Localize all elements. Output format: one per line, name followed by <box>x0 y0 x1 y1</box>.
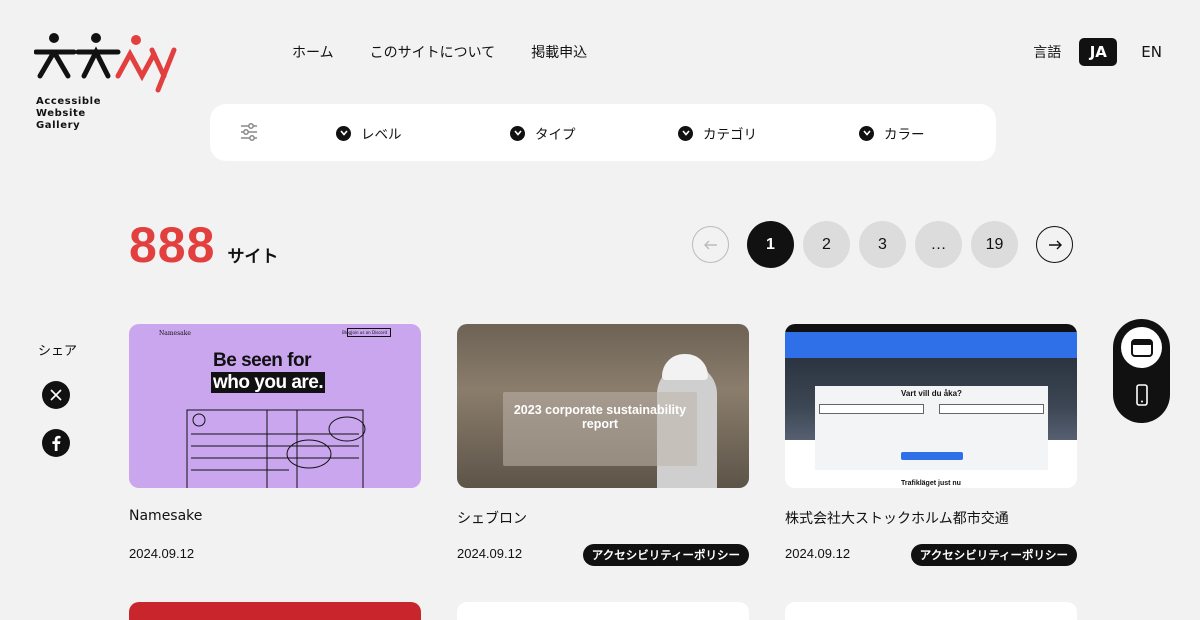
filter-level[interactable]: レベル <box>336 123 402 143</box>
thumb-search-button <box>901 452 963 460</box>
filter-category[interactable]: カテゴリ <box>678 123 757 143</box>
card-date: 2024.09.12 <box>129 546 195 561</box>
arrow-right-icon <box>1048 240 1062 249</box>
chevron-down-icon <box>510 125 525 141</box>
thumb-topbar <box>785 324 1077 332</box>
logo-text: Accessible Website Gallery <box>36 96 102 131</box>
nav-about[interactable]: このサイトについて <box>370 42 496 62</box>
page-ellipsis: … <box>915 221 962 268</box>
thumb-document-illustration <box>186 409 366 488</box>
language-label: 言語 <box>1033 45 1062 61</box>
x-icon <box>50 389 62 401</box>
nav-home[interactable]: ホーム <box>292 42 334 62</box>
accessibility-policy-badge[interactable]: アクセシビリティーポリシー <box>582 544 749 566</box>
accessibility-policy-badge[interactable]: アクセシビリティーポリシー <box>910 544 1077 566</box>
site-count-number: 888 <box>129 217 216 273</box>
thumb-to-field <box>939 404 1044 414</box>
page-19-button[interactable]: 19 <box>971 221 1018 268</box>
site-count: 888 サイト <box>129 216 278 274</box>
thumb-question: Vart vill du åka? <box>901 389 962 398</box>
facebook-icon <box>52 435 61 451</box>
pagination: 1 2 3 … 19 <box>692 221 1073 268</box>
share-x-button[interactable] <box>42 381 70 409</box>
nav-apply[interactable]: 掲載申込 <box>531 42 587 62</box>
filter-type-label: タイプ <box>535 127 576 143</box>
page-3-button[interactable]: 3 <box>859 221 906 268</box>
card-date: 2024.09.12 <box>457 546 523 561</box>
page-1-button[interactable]: 1 <box>747 221 794 268</box>
site-card[interactable]: 2023 corporate sustainability report シェブ… <box>457 324 749 566</box>
filter-category-label: カテゴリ <box>703 127 757 143</box>
site-card[interactable]: Vart vill du åka? Trafikläget just nu 株式… <box>785 324 1077 566</box>
card-thumbnail-partial[interactable] <box>129 602 421 620</box>
thumb-navbar <box>785 332 1077 358</box>
share-facebook-button[interactable] <box>42 429 70 457</box>
mobile-view-button[interactable] <box>1121 374 1162 415</box>
lang-en-button[interactable]: EN <box>1141 43 1162 61</box>
filter-bar: レベル タイプ カテゴリ カラー <box>210 104 996 161</box>
thumb-from-field <box>819 404 924 414</box>
sliders-icon[interactable] <box>240 123 258 145</box>
chevron-down-icon <box>678 125 693 141</box>
site-count-unit: サイト <box>227 247 279 267</box>
filter-color-label: カラー <box>884 127 925 143</box>
share-label: シェア <box>38 344 78 359</box>
card-thumbnail-partial[interactable] <box>457 602 749 620</box>
filter-color[interactable]: カラー <box>859 123 925 143</box>
thumb-search-form: Vart vill du åka? <box>815 386 1048 470</box>
card-title[interactable]: Namesake <box>129 508 421 524</box>
filter-level-label: レベル <box>361 127 402 143</box>
desktop-icon <box>1130 338 1153 357</box>
card-title[interactable]: 株式会社大ストックホルム都市交通 <box>785 508 1077 528</box>
card-title[interactable]: シェブロン <box>457 508 749 528</box>
device-toggle <box>1113 319 1170 423</box>
language-switcher: 言語 JA EN <box>1033 38 1162 66</box>
card-thumbnail[interactable]: 2023 corporate sustainability report <box>457 324 749 488</box>
arrow-left-icon <box>703 240 717 249</box>
card-thumbnail[interactable]: Vart vill du åka? Trafikläget just nu <box>785 324 1077 488</box>
chevron-down-icon <box>859 125 874 141</box>
card-date: 2024.09.12 <box>785 546 851 561</box>
thumb-headline: 2023 corporate sustainability report <box>513 403 687 431</box>
thumb-footer: Trafikläget just nu <box>901 480 961 487</box>
card-thumbnail[interactable]: Namesake Blog Join us on Discord Be seen… <box>129 324 421 488</box>
main-nav: ホーム このサイトについて 掲載申込 <box>292 42 587 62</box>
site-card[interactable]: Namesake Blog Join us on Discord Be seen… <box>129 324 421 561</box>
thumb-photo-helmet <box>662 354 708 380</box>
filter-type[interactable]: タイプ <box>510 123 576 143</box>
prev-page-button[interactable] <box>692 226 729 263</box>
lang-ja-button[interactable]: JA <box>1079 38 1118 66</box>
next-page-button[interactable] <box>1036 226 1073 263</box>
logo-mark <box>34 33 177 93</box>
site-logo[interactable]: Accessible Website Gallery <box>34 30 184 134</box>
chevron-down-icon <box>336 125 351 141</box>
desktop-view-button[interactable] <box>1121 327 1162 368</box>
card-thumbnail-partial[interactable] <box>785 602 1077 620</box>
mobile-icon <box>1135 383 1148 406</box>
page-2-button[interactable]: 2 <box>803 221 850 268</box>
thumb-overlay: 2023 corporate sustainability report <box>503 392 697 466</box>
